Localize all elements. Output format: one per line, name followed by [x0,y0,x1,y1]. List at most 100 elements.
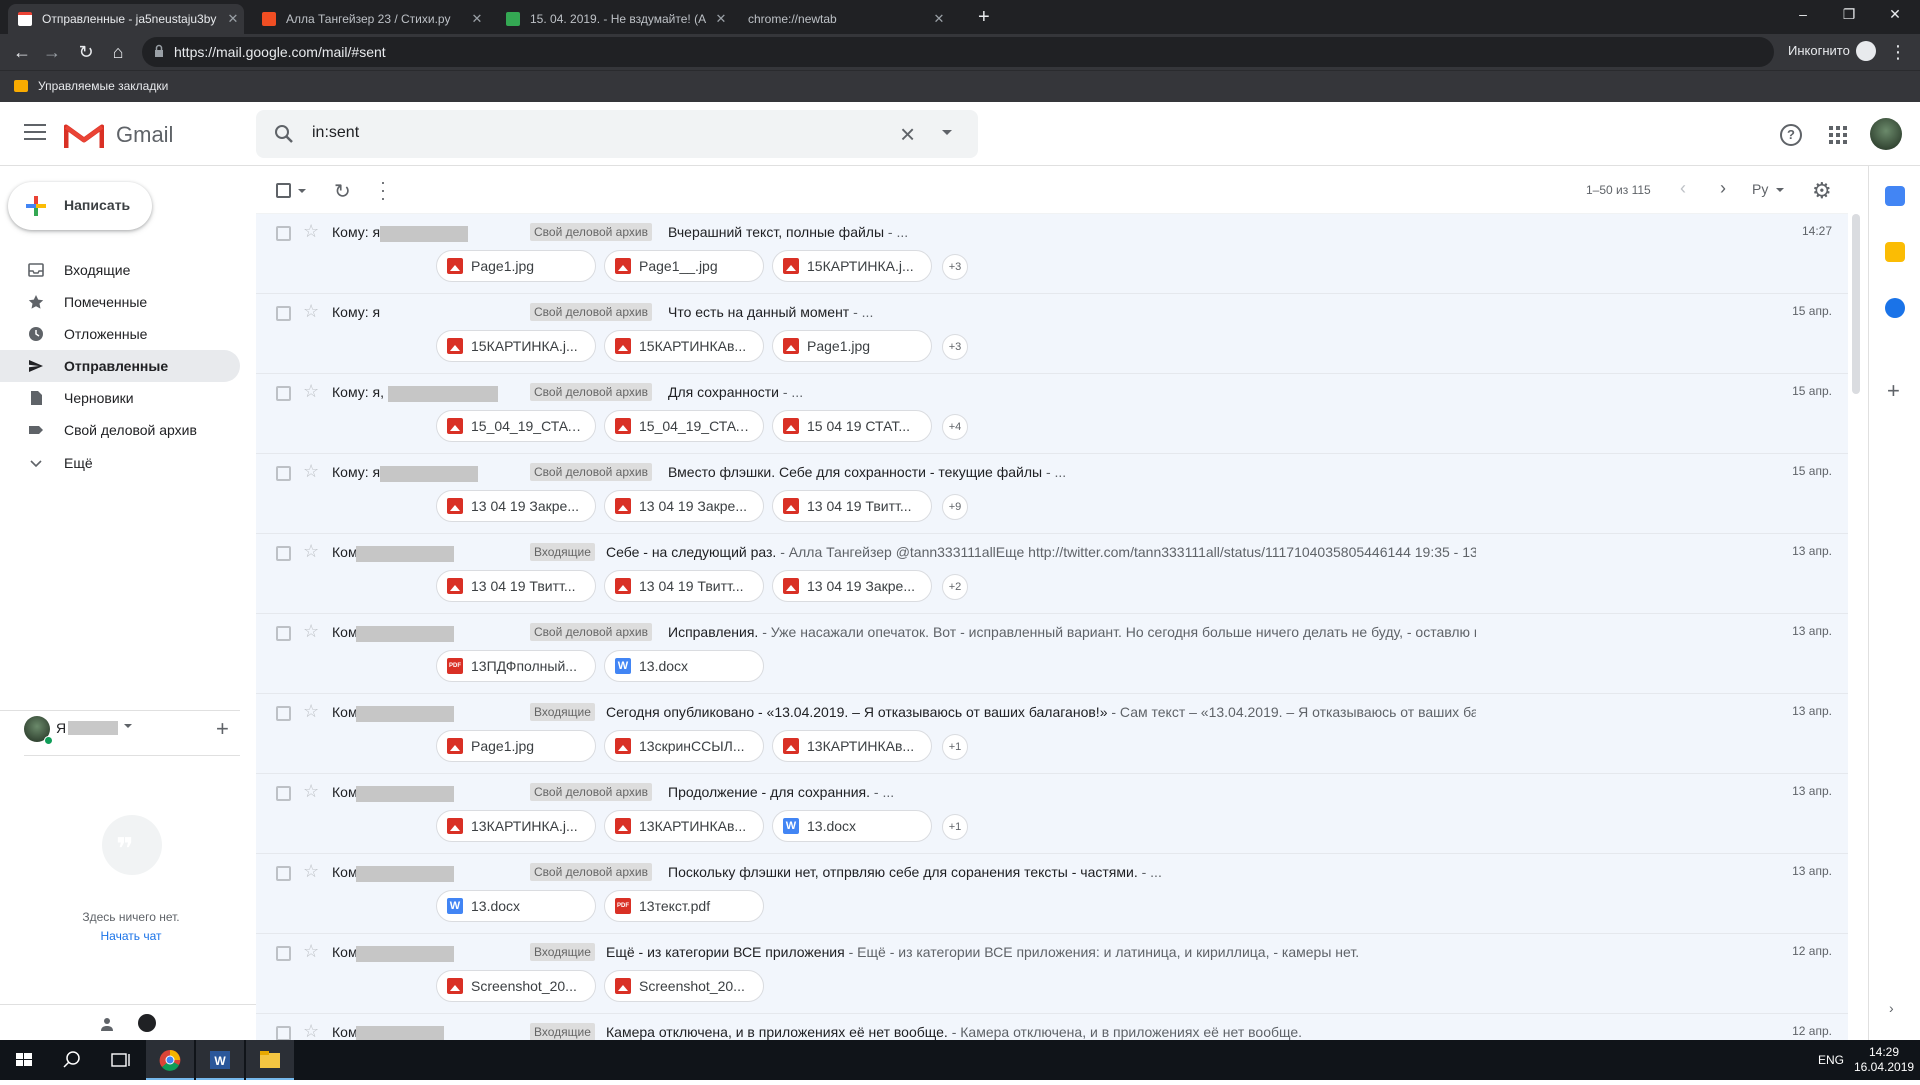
attachment-chip[interactable]: Page1.jpg [772,330,932,362]
next-page-icon[interactable]: › [1720,178,1726,199]
word-taskbar-icon[interactable]: W [196,1040,244,1080]
star-icon[interactable]: ☆ [303,1021,319,1040]
attachment-chip[interactable]: PDF 13ПДФполный... [436,650,596,682]
tab-close-icon[interactable]: ✕ [714,11,728,27]
search-icon[interactable] [272,122,296,146]
attachment-chip[interactable]: 13 04 19 Закре... [604,490,764,522]
apps-grid-icon[interactable] [1829,126,1847,144]
attachment-chip[interactable]: W 13.docx [772,810,932,842]
keep-icon[interactable] [1885,242,1905,262]
add-addon-icon[interactable]: + [1887,378,1900,404]
nav-item[interactable]: Ещё [0,447,240,479]
nav-item[interactable]: Отложенные [0,318,240,350]
system-clock[interactable]: 14:29 16.04.2019 [1854,1045,1914,1075]
tab-close-icon[interactable]: ✕ [226,11,240,27]
list-scrollbar[interactable] [1852,214,1860,394]
back-icon[interactable]: ← [10,40,34,64]
email-checkbox[interactable] [276,1026,291,1040]
star-icon[interactable]: ☆ [303,781,319,802]
attachment-chip[interactable]: 13 04 19 Твитт... [604,570,764,602]
attachment-chip[interactable]: 15КАРТИНКА.j... [436,330,596,362]
nav-item[interactable]: Отправленные [0,350,240,382]
attachment-chip[interactable]: 13скринССЫЛ... [604,730,764,762]
clear-search-icon[interactable]: × [900,119,915,150]
email-label-tag[interactable]: Свой деловой архив [530,383,652,401]
select-options-icon[interactable] [298,189,306,193]
email-checkbox[interactable] [276,386,291,401]
attachment-chip[interactable]: 15КАРТИНКАв... [604,330,764,362]
new-tab-button[interactable]: + [978,6,990,29]
nav-item[interactable]: Свой деловой архив [0,414,240,446]
email-row[interactable]: ☆ Кому: j Свой деловой архив Поскольку флэш… [256,854,1848,934]
email-label-tag[interactable]: Свой деловой архив [530,463,652,481]
email-label-tag[interactable]: Входящие [530,943,595,961]
browser-tab[interactable]: Алла Тангейзер 23 / Стихи.ру ✕ [252,4,488,34]
email-checkbox[interactable] [276,706,291,721]
more-attachments-badge[interactable]: +9 [942,494,968,520]
hangouts-icon[interactable] [138,1014,156,1032]
attachment-chip[interactable]: 15 04 19 СТАТ... [772,410,932,442]
attachment-chip[interactable]: Page1.jpg [436,250,596,282]
attachment-chip[interactable]: 13КАРТИНКАв... [772,730,932,762]
email-checkbox[interactable] [276,306,291,321]
refresh-icon[interactable]: ↻ [334,179,351,204]
email-label-tag[interactable]: Свой деловой архив [530,863,652,881]
email-row[interactable]: ☆ Кому: j Входящие Сегодня опубликовано - «… [256,694,1848,774]
compose-button[interactable]: Написать [8,182,152,230]
email-row[interactable]: ☆ Кому: Входящие Камера отключена, и в при… [256,1014,1848,1040]
email-label-tag[interactable]: Входящие [530,543,595,561]
email-row[interactable]: ☆ Кому: j Входящие Ещё - из категории ВСЕ п… [256,934,1848,1014]
more-attachments-badge[interactable]: +3 [942,334,968,360]
email-label-tag[interactable]: Свой деловой архив [530,303,652,321]
email-row[interactable]: ☆ Кому: j Свой деловой архив Продолжение - … [256,774,1848,854]
main-menu-icon[interactable] [24,124,46,142]
tasks-icon[interactable] [1885,298,1905,318]
windows-start-icon[interactable] [0,1040,48,1080]
keyboard-language[interactable]: ENG [1818,1053,1844,1067]
email-row[interactable]: ☆ Кому: j Входящие Себе - на следующий раз.… [256,534,1848,614]
more-attachments-badge[interactable]: +1 [942,734,968,760]
bookmark-folder-managed[interactable]: Управляемые закладки [38,79,168,93]
calendar-icon[interactable] [1885,186,1905,206]
attachment-chip[interactable]: 13КАРТИНКА.j... [436,810,596,842]
attachment-chip[interactable]: 13 04 19 Твитт... [436,570,596,602]
attachment-chip[interactable]: W 13.docx [604,650,764,682]
search-options-icon[interactable] [942,130,952,135]
browser-tab[interactable]: chrome://newtab ✕ [728,4,964,34]
email-label-tag[interactable]: Свой деловой архив [530,623,652,641]
settings-gear-icon[interactable]: ⚙ [1812,178,1832,204]
email-row[interactable]: ☆ Кому: я, j Свой деловой архив Вместо флэш… [256,454,1848,534]
reload-icon[interactable]: ↻ [74,40,98,64]
star-icon[interactable]: ☆ [303,381,319,402]
email-checkbox[interactable] [276,226,291,241]
email-checkbox[interactable] [276,466,291,481]
explorer-taskbar-icon[interactable] [246,1040,294,1080]
taskbar-search-icon[interactable] [48,1040,96,1080]
start-chat-link[interactable]: Начать чат [0,929,262,943]
attachment-chip[interactable]: 13 04 19 Закре... [772,570,932,602]
star-icon[interactable]: ☆ [303,621,319,642]
task-view-icon[interactable] [96,1040,144,1080]
home-icon[interactable]: ⌂ [106,40,130,64]
email-checkbox[interactable] [276,786,291,801]
select-all-checkbox[interactable] [276,183,291,198]
attachment-chip[interactable]: 13КАРТИНКАв... [604,810,764,842]
hangouts-user-name[interactable]: Я [56,720,66,736]
tab-close-icon[interactable]: ✕ [470,11,484,27]
previous-page-icon[interactable]: ‹ [1680,178,1686,199]
close-window-button[interactable]: ✕ [1872,0,1918,30]
email-checkbox[interactable] [276,946,291,961]
more-attachments-badge[interactable]: +4 [942,414,968,440]
email-label-tag[interactable]: Свой деловой архив [530,783,652,801]
more-attachments-badge[interactable]: +3 [942,254,968,280]
address-bar[interactable]: https://mail.google.com/mail/#sent [142,37,1774,67]
email-label-tag[interactable]: Свой деловой архив [530,223,652,241]
email-checkbox[interactable] [276,546,291,561]
more-attachments-badge[interactable]: +1 [942,814,968,840]
contacts-icon[interactable] [100,1017,114,1031]
attachment-chip[interactable]: PDF 13текст.pdf [604,890,764,922]
browser-tab[interactable]: 15. 04. 2019. - Не вздумайте! (А ✕ [496,4,732,34]
attachment-chip[interactable]: 15КАРТИНКА.j... [772,250,932,282]
star-icon[interactable]: ☆ [303,541,319,562]
chrome-menu-icon[interactable]: ⋮ [1886,40,1910,64]
